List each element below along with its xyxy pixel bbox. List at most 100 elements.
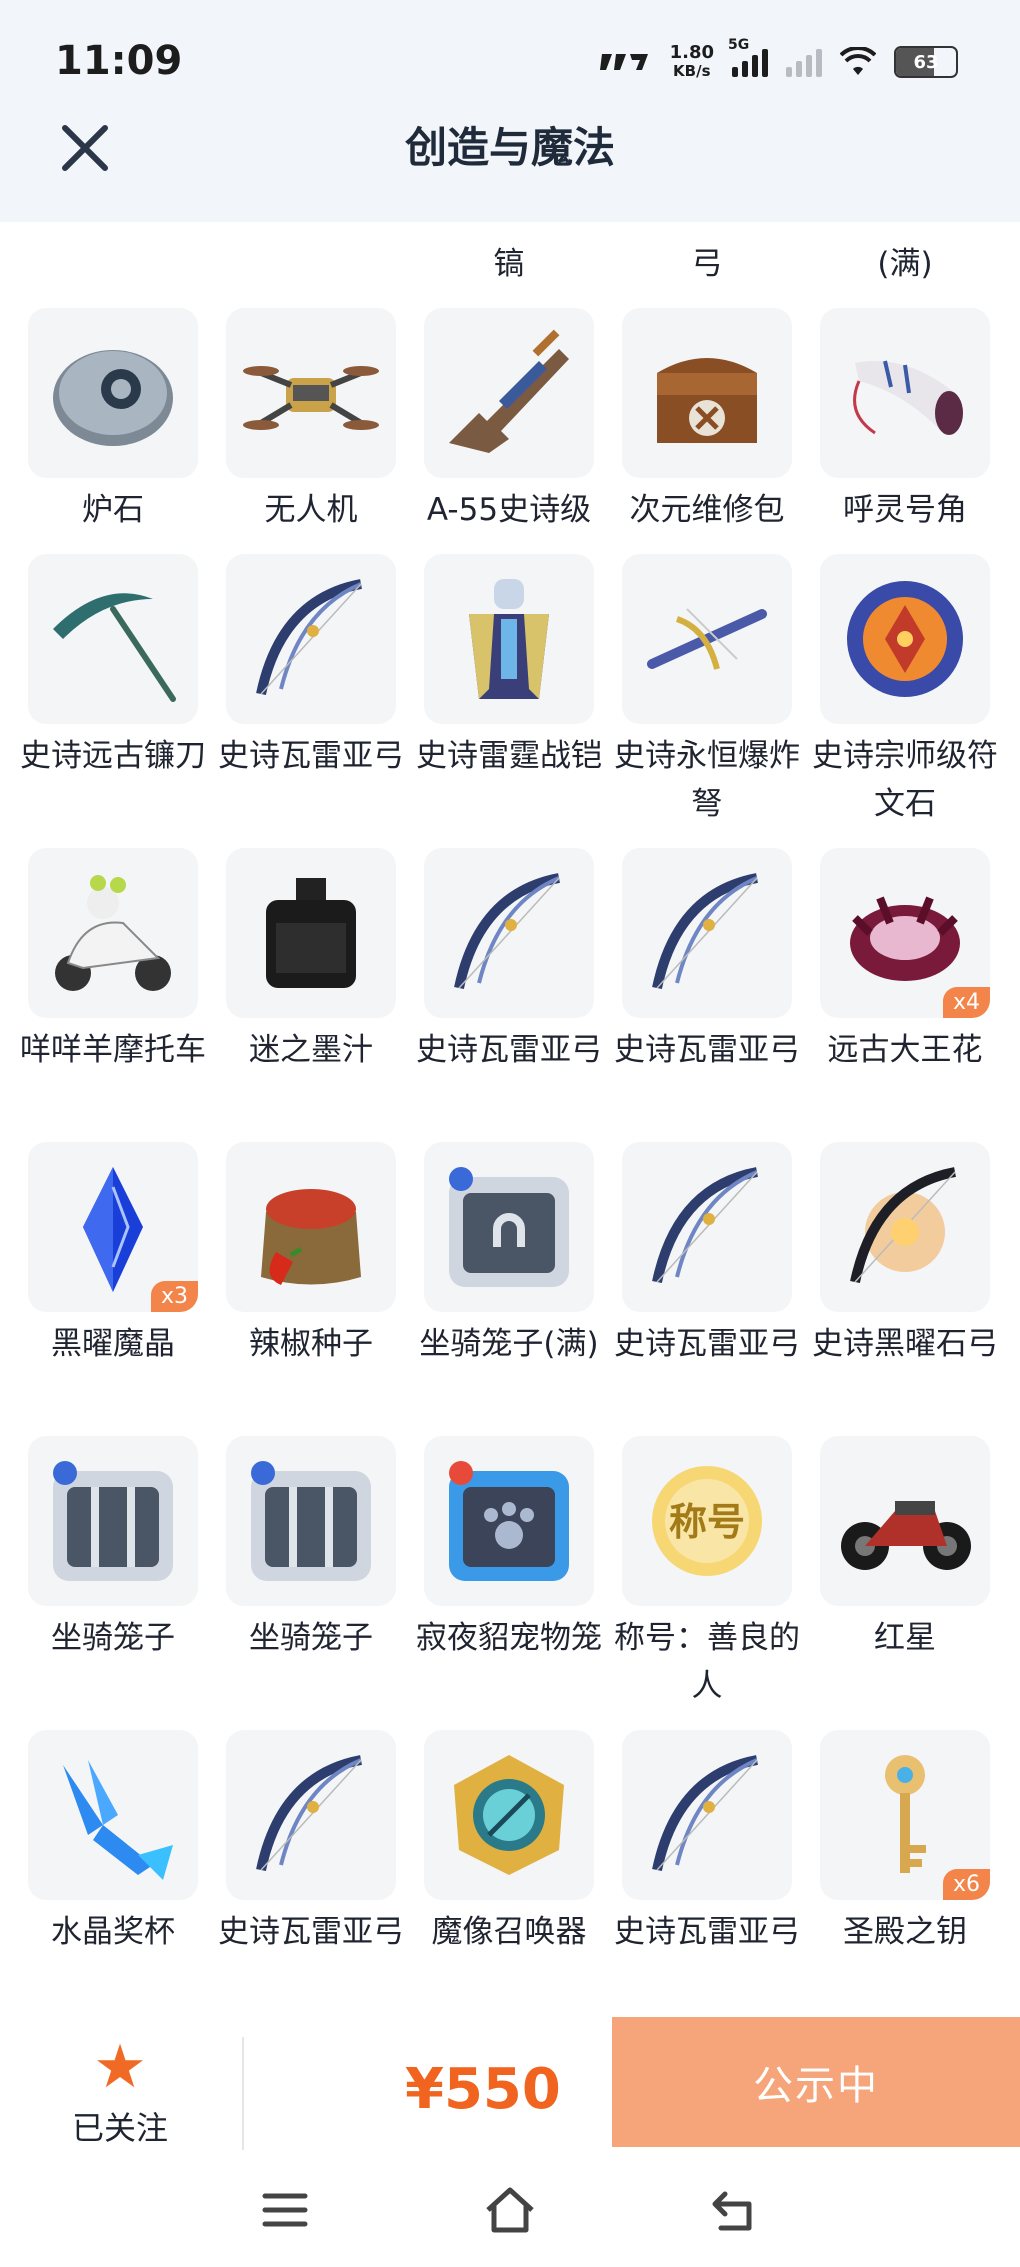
item-label: 呼灵号角: [843, 492, 967, 528]
svg-text:称号: 称号: [669, 1500, 745, 1544]
item-card[interactable]: 呼灵号角: [820, 308, 990, 534]
item-label: 炉石: [82, 492, 144, 528]
item-card[interactable]: 史诗瓦雷亚弓: [218, 554, 404, 780]
item-label: 史诗永恒爆炸弩: [614, 738, 800, 822]
cage-icon: [251, 1461, 371, 1581]
repair-bag-icon: [657, 358, 757, 443]
item-label: 水晶奖杯: [51, 1914, 175, 1950]
rune-stone-icon: [847, 581, 963, 697]
item-label: 史诗瓦雷亚弓: [218, 1914, 404, 1950]
armor-icon: [469, 579, 549, 699]
page-title: 创造与魔法: [404, 123, 615, 172]
star-icon: ★: [93, 2032, 147, 2102]
list-item: 弓: [691, 246, 723, 282]
item-card[interactable]: 魔像召唤器: [424, 1730, 594, 1956]
item-label: 史诗瓦雷亚弓: [218, 738, 404, 774]
scythe-icon: [53, 593, 176, 702]
item-card[interactable]: 咩咩羊摩托车: [20, 848, 206, 1074]
item-card[interactable]: x4 远古大王花: [820, 848, 990, 1074]
follow-label: 已关注: [71, 2109, 168, 2147]
item-card[interactable]: 迷之墨汁: [226, 848, 396, 1074]
item-card[interactable]: 辣椒种子: [226, 1142, 396, 1368]
item-label: 次元维修包: [629, 492, 785, 528]
item-card[interactable]: 红星: [820, 1436, 990, 1662]
summoner-icon: [454, 1755, 564, 1875]
wifi-icon: [840, 47, 876, 75]
item-card[interactable]: 史诗瓦雷亚弓: [218, 1730, 404, 1956]
signal-secondary-icon: [786, 47, 822, 77]
header: 11:09 1.80 KB/s 5G 63 创造与魔法: [0, 0, 1020, 222]
system-nav-bar: [0, 2150, 1020, 2267]
item-grid[interactable]: 镐 弓 (满) 炉石 无人机 A-55史诗级 次元维修包 呼灵号角 史诗远古镰刀…: [0, 222, 1020, 2017]
item-card[interactable]: x6 圣殿之钥: [820, 1730, 990, 1956]
item-card[interactable]: 坐骑笼子: [226, 1436, 396, 1662]
item-card[interactable]: 史诗黑曜石弓: [812, 1142, 998, 1368]
bow-icon: [454, 873, 560, 990]
crystal-icon: [83, 1167, 143, 1292]
item-label: 史诗雷霆战铠: [416, 738, 602, 774]
bow-icon: [652, 1167, 758, 1284]
cage-icon: [53, 1461, 173, 1581]
scooter-icon: [55, 875, 171, 991]
item-card[interactable]: 寂夜貂宠物笼: [416, 1436, 602, 1662]
item-label: 史诗瓦雷亚弓: [614, 1914, 800, 1950]
list-item: (满): [877, 246, 933, 282]
menu-icon[interactable]: [255, 2180, 315, 2240]
battery-icon: 63: [894, 46, 958, 78]
list-item: 镐: [493, 246, 525, 282]
item-card[interactable]: x3 黑曜魔晶: [28, 1142, 198, 1368]
divider: [242, 2037, 244, 2167]
quantity-badge: x6: [942, 1869, 990, 1900]
status-time: 11:09: [55, 38, 183, 84]
item-label: 寂夜貂宠物笼: [416, 1620, 602, 1656]
item-card[interactable]: 水晶奖杯: [28, 1730, 198, 1956]
item-label: 史诗宗师级符文石: [812, 738, 998, 822]
status-icons: 1.80 KB/s 5G 63: [598, 37, 958, 84]
item-card[interactable]: 无人机: [226, 308, 396, 534]
flower-icon: [850, 896, 960, 981]
item-label: 魔像召唤器: [431, 1914, 587, 1950]
item-label: 红星: [874, 1620, 936, 1656]
item-card[interactable]: 史诗瓦雷亚弓: [416, 848, 602, 1074]
bow-icon: [256, 579, 362, 696]
item-card[interactable]: 史诗瓦雷亚弓: [614, 1730, 800, 1956]
item-card[interactable]: A-55史诗级: [424, 308, 594, 534]
status-action-button[interactable]: 公示中: [612, 2017, 1020, 2147]
item-card[interactable]: 坐骑笼子: [28, 1436, 198, 1662]
drone-icon: [243, 366, 379, 430]
item-card[interactable]: 次元维修包: [622, 308, 792, 534]
item-label: 坐骑笼子: [51, 1620, 175, 1656]
bow-icon: [256, 1755, 362, 1872]
item-label: 坐骑笼子: [249, 1620, 373, 1656]
pet-cage-icon: [449, 1461, 569, 1581]
item-label: 史诗远古镰刀: [20, 738, 206, 774]
stone-icon: [53, 350, 173, 446]
home-icon[interactable]: [480, 2180, 540, 2240]
back-icon[interactable]: [705, 2180, 765, 2240]
item-card[interactable]: 炉石: [28, 308, 198, 534]
ink-bottle-icon: [266, 878, 356, 988]
follow-button[interactable]: ★ 已关注: [40, 2037, 200, 2149]
item-card[interactable]: 史诗永恒爆炸弩: [614, 554, 800, 828]
net-speed: 1.80 KB/s: [669, 42, 714, 81]
item-card[interactable]: 史诗瓦雷亚弓: [614, 1142, 800, 1368]
item-card[interactable]: 史诗宗师级符文石: [812, 554, 998, 828]
item-card[interactable]: 坐骑笼子(满): [419, 1142, 599, 1368]
motorcycle-icon: [841, 1501, 971, 1570]
cage-full-icon: [449, 1167, 569, 1287]
item-label: 坐骑笼子(满): [419, 1326, 599, 1362]
item-label: 黑曜魔晶: [51, 1326, 175, 1362]
nfc-icon: [599, 54, 648, 70]
rifle-icon: [449, 329, 569, 453]
item-card[interactable]: 称号 称号：善良的人: [614, 1436, 800, 1710]
item-label: 咩咩羊摩托车: [20, 1032, 206, 1068]
item-card[interactable]: 史诗远古镰刀: [20, 554, 206, 780]
item-card[interactable]: 史诗雷霆战铠: [416, 554, 602, 780]
signal-5g-icon: 5G: [728, 37, 768, 77]
item-label: 迷之墨汁: [249, 1032, 373, 1068]
item-card[interactable]: 史诗瓦雷亚弓: [614, 848, 800, 1074]
item-label: 称号：善良的人: [614, 1620, 800, 1704]
horn-icon: [853, 360, 963, 435]
quantity-badge: x4: [942, 987, 990, 1018]
trophy-icon: [63, 1760, 173, 1880]
